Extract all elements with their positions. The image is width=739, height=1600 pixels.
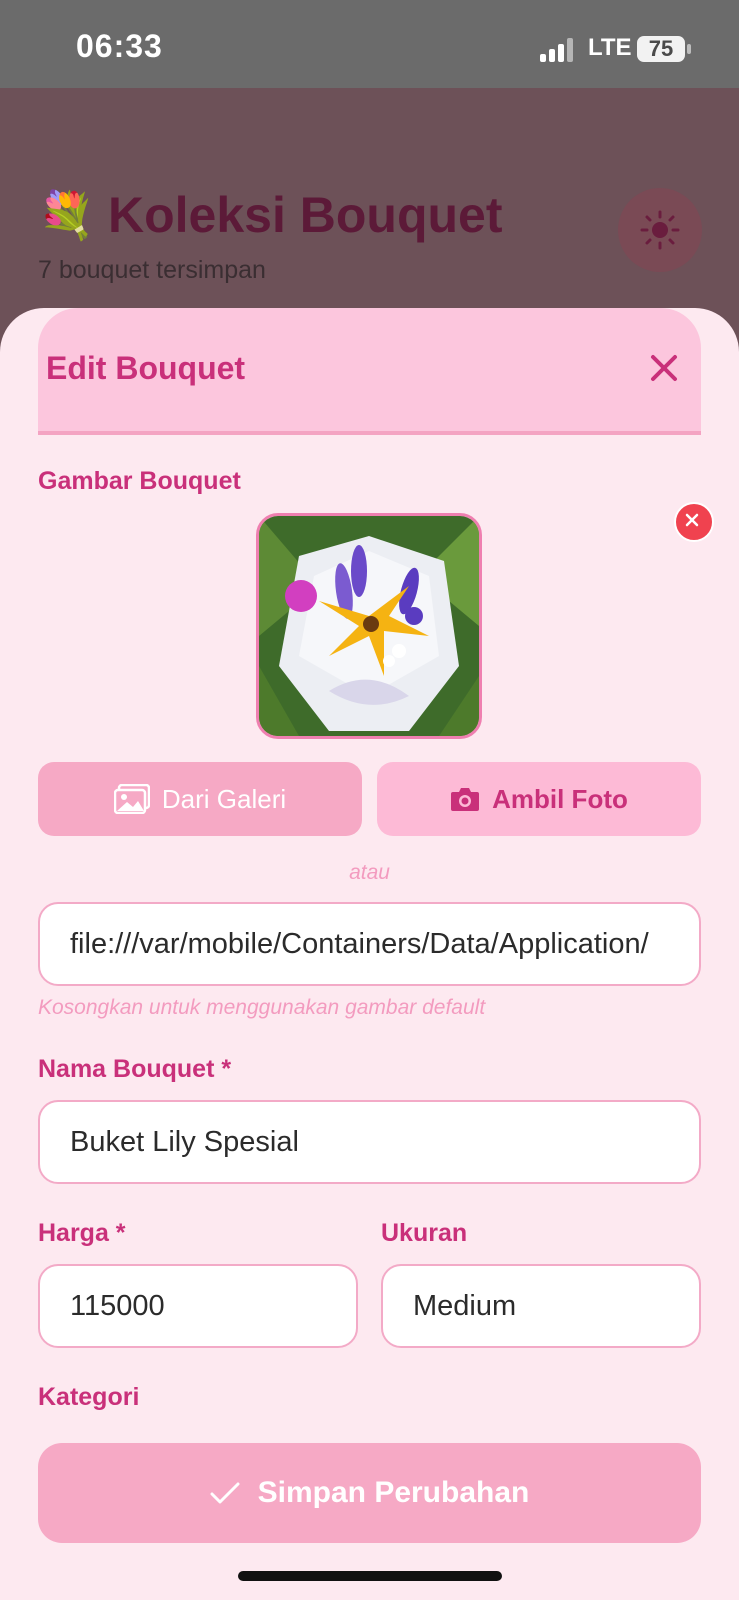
name-label: Nama Bouquet *: [38, 1055, 232, 1083]
name-input[interactable]: Buket Lily Spesial: [38, 1100, 701, 1184]
name-value: Buket Lily Spesial: [70, 1125, 299, 1158]
category-label: Kategori: [38, 1383, 140, 1411]
save-button-label: Simpan Perubahan: [257, 1476, 530, 1509]
page-title: Koleksi Bouquet: [108, 187, 503, 243]
battery-icon: 75: [637, 36, 685, 62]
image-url-value: file:///var/mobile/Containers/Data/Appli…: [70, 927, 649, 960]
save-button[interactable]: Simpan Perubahan: [38, 1443, 701, 1543]
sheet-title: Edit Bouquet: [46, 350, 246, 386]
camera-button[interactable]: Ambil Foto: [377, 762, 701, 836]
bouquet-photo: [259, 516, 479, 736]
size-label: Ukuran: [381, 1219, 468, 1247]
image-url-input[interactable]: file:///var/mobile/Containers/Data/Appli…: [38, 902, 701, 986]
close-icon: [685, 513, 699, 527]
gallery-button[interactable]: Dari Galeri: [38, 762, 362, 836]
price-value: 115000: [70, 1289, 165, 1322]
bouquet-image-preview: [256, 513, 482, 739]
image-label: Gambar Bouquet: [38, 467, 241, 495]
gallery-button-label: Dari Galeri: [161, 783, 287, 814]
price-input[interactable]: 115000: [38, 1264, 358, 1348]
size-value: Medium: [413, 1289, 517, 1322]
camera-icon: [451, 788, 480, 811]
close-icon: [651, 355, 677, 381]
network-type: LTE: [588, 34, 632, 61]
image-gallery-icon: [113, 784, 150, 814]
close-button[interactable]: [648, 352, 680, 384]
price-label: Harga *: [38, 1219, 126, 1247]
header-divider: [38, 431, 701, 435]
checkmark-icon: [210, 1482, 240, 1504]
or-divider-text: atau: [349, 861, 390, 884]
battery-cap: [687, 44, 691, 54]
image-url-hint: Kosongkan untuk menggunakan gambar defau…: [38, 996, 486, 1019]
camera-button-label: Ambil Foto: [492, 783, 628, 814]
bouquet-icon: 💐: [38, 189, 96, 241]
sun-icon: [640, 210, 680, 250]
signal-icon: [540, 38, 580, 62]
theme-toggle-button[interactable]: [618, 188, 702, 272]
page-subtitle: 7 bouquet tersimpan: [38, 256, 266, 284]
home-indicator[interactable]: [238, 1571, 502, 1581]
status-time: 06:33: [76, 28, 163, 64]
remove-image-button[interactable]: [674, 502, 714, 542]
size-input[interactable]: Medium: [381, 1264, 701, 1348]
